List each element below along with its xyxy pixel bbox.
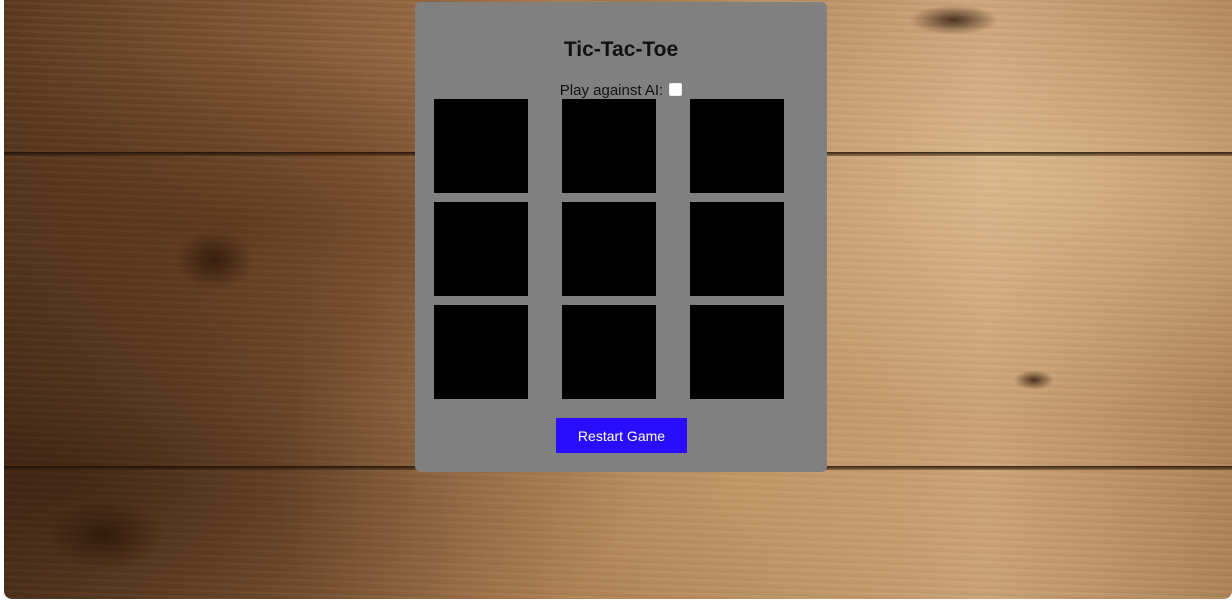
board-cell-8[interactable] [562, 305, 656, 399]
wood-knot [44, 500, 164, 570]
wood-knot [174, 230, 254, 290]
board-cell-1[interactable] [434, 99, 528, 193]
wood-knot [1014, 370, 1054, 390]
board-cell-6[interactable] [690, 202, 784, 296]
game-panel: Tic-Tac-Toe Play against AI: Restart Gam… [415, 2, 827, 472]
board-cell-5[interactable] [562, 202, 656, 296]
ai-checkbox[interactable] [669, 83, 683, 96]
restart-button[interactable]: Restart Game [556, 418, 687, 453]
board-cell-3[interactable] [690, 99, 784, 193]
board-cell-9[interactable] [690, 305, 784, 399]
board-cell-2[interactable] [562, 99, 656, 193]
game-title: Tic-Tac-Toe [563, 38, 679, 61]
wood-knot [909, 5, 999, 35]
ai-toggle-label: Play against AI: [559, 82, 664, 99]
board-cell-4[interactable] [434, 202, 528, 296]
ai-toggle-row: Play against AI: [415, 82, 827, 99]
board-cell-7[interactable] [434, 305, 528, 399]
